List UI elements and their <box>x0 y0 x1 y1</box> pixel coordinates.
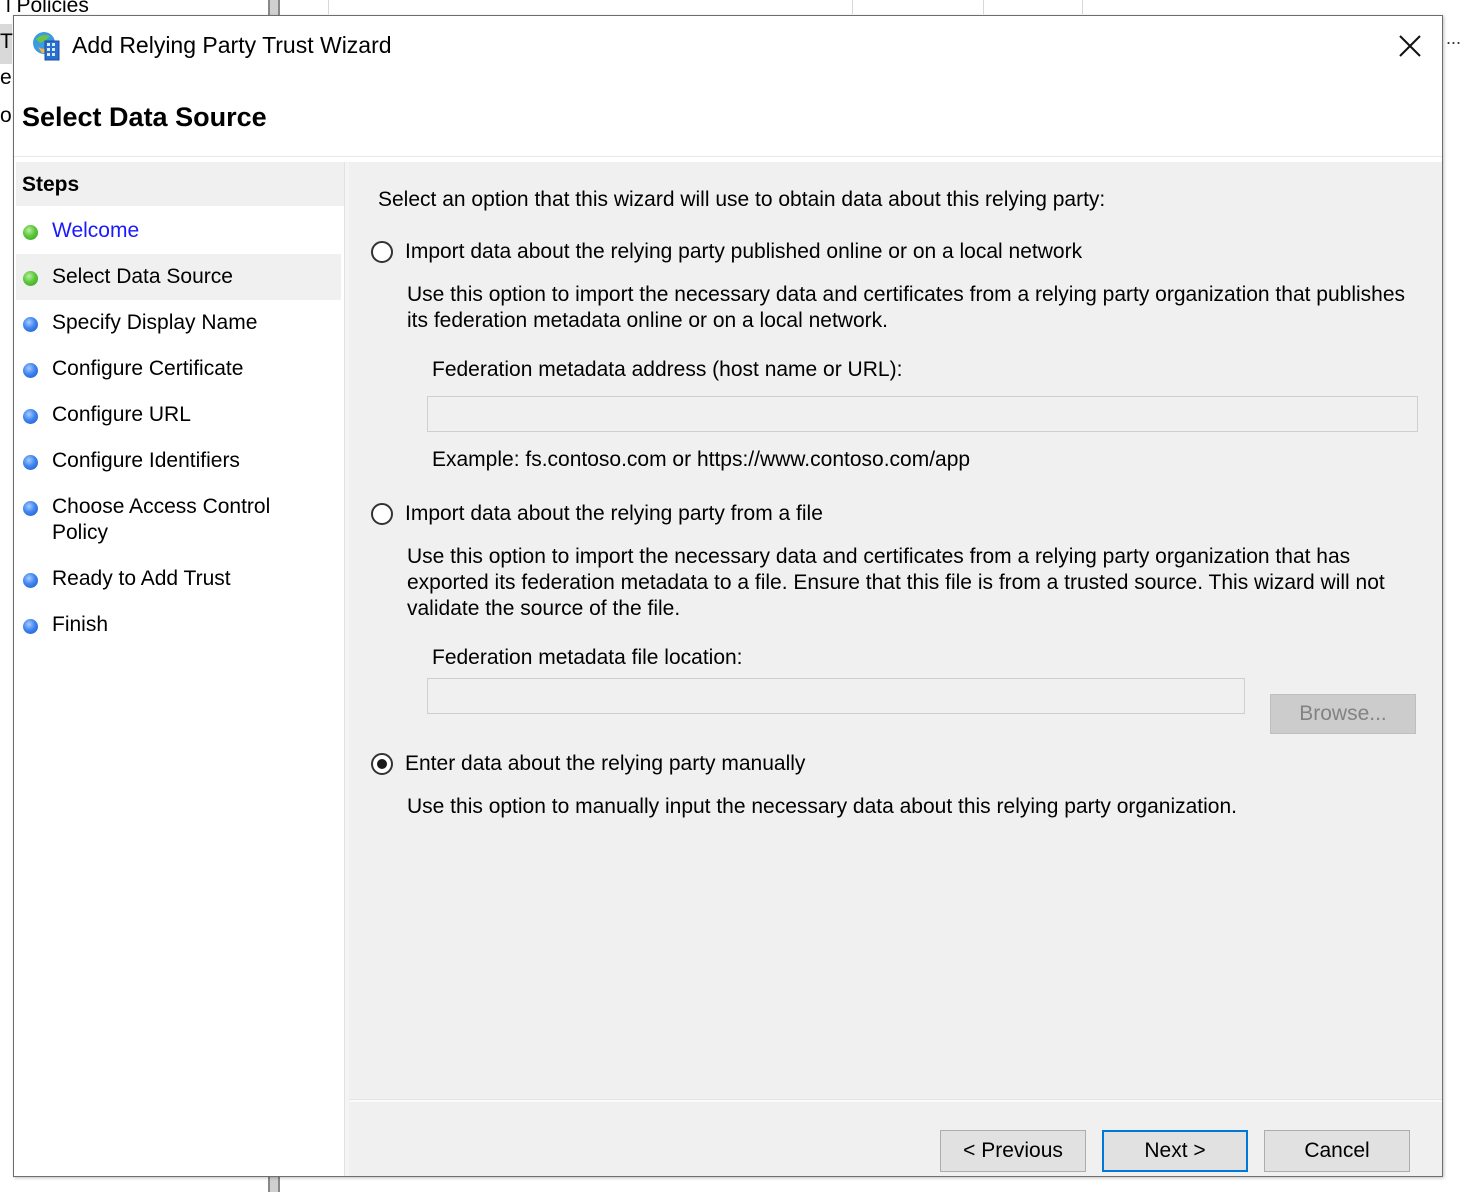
step-label: Choose Access Control Policy <box>52 495 271 544</box>
dialog-title: Add Relying Party Trust Wizard <box>72 32 392 58</box>
radio-label[interactable]: Import data about the relying party publ… <box>405 240 1082 264</box>
background-column-divider <box>983 0 984 14</box>
background-column-divider <box>852 0 853 14</box>
step-pending-icon <box>23 317 38 332</box>
close-button[interactable] <box>1388 26 1432 66</box>
next-button[interactable]: Next > <box>1102 1130 1248 1172</box>
radio-label[interactable]: Enter data about the relying party manua… <box>405 752 805 776</box>
background-column-divider <box>328 0 329 14</box>
radio-label[interactable]: Import data about the relying party from… <box>405 502 823 526</box>
step-ready-to-add-trust: Ready to Add Trust <box>16 556 341 602</box>
step-current-icon <box>23 271 38 286</box>
option-description: Use this option to manually input the ne… <box>407 795 1237 818</box>
step-finish: Finish <box>16 602 341 648</box>
option-description: Use this option to import the necessary … <box>407 545 1385 620</box>
background-tree-fragment: o <box>0 104 12 127</box>
step-welcome[interactable]: Welcome <box>16 208 341 254</box>
step-label: Configure Identifiers <box>52 449 240 472</box>
radio-button[interactable] <box>371 503 393 525</box>
previous-button[interactable]: < Previous <box>940 1130 1086 1172</box>
step-configure-certificate: Configure Certificate <box>16 346 341 392</box>
add-relying-party-trust-wizard-dialog: Add Relying Party Trust Wizard Select Da… <box>13 15 1443 1177</box>
metadata-address-example: Example: fs.contoso.com or https://www.c… <box>432 448 971 471</box>
background-column-divider <box>1082 0 1083 14</box>
title-bar[interactable]: Add Relying Party Trust Wizard <box>14 16 1442 76</box>
radio-button-checked[interactable] <box>371 753 393 775</box>
intro-text: Select an option that this wizard will u… <box>378 188 1106 211</box>
browse-button[interactable]: Browse... <box>1270 694 1416 734</box>
step-pending-icon <box>23 501 38 516</box>
step-configure-identifiers: Configure Identifiers <box>16 438 341 484</box>
close-icon <box>1399 35 1421 57</box>
adfs-wizard-icon <box>30 29 64 63</box>
step-label: Configure URL <box>52 403 191 426</box>
cancel-button[interactable]: Cancel <box>1264 1130 1410 1172</box>
radio-button[interactable] <box>371 241 393 263</box>
metadata-address-label: Federation metadata address (host name o… <box>432 358 903 381</box>
metadata-file-input[interactable] <box>427 678 1245 714</box>
metadata-address-input[interactable] <box>427 396 1418 432</box>
content-panel: Select an option that this wizard will u… <box>349 162 1442 1176</box>
step-choose-access-control-policy: Choose Access Control Policy <box>16 484 341 556</box>
background-splitter <box>268 0 280 16</box>
step-configure-url: Configure URL <box>16 392 341 438</box>
step-label[interactable]: Welcome <box>52 218 312 244</box>
radio-enter-manually[interactable]: Enter data about the relying party manua… <box>371 752 805 776</box>
header-divider <box>14 156 1442 157</box>
step-specify-display-name: Specify Display Name <box>16 300 341 346</box>
step-label: Configure Certificate <box>52 357 244 380</box>
step-pending-icon <box>23 573 38 588</box>
step-label: Select Data Source <box>52 265 233 288</box>
step-pending-icon <box>23 363 38 378</box>
step-pending-icon <box>23 455 38 470</box>
steps-panel: Steps Welcome Select Data Source Specify… <box>14 162 344 1176</box>
footer-divider <box>349 1099 1442 1102</box>
radio-import-file[interactable]: Import data about the relying party from… <box>371 502 823 526</box>
step-label: Finish <box>52 613 109 636</box>
metadata-file-label: Federation metadata file location: <box>432 646 743 669</box>
step-select-data-source: Select Data Source <box>16 254 341 300</box>
radio-import-online[interactable]: Import data about the relying party publ… <box>371 240 1082 264</box>
option-description: Use this option to import the necessary … <box>407 283 1406 332</box>
steps-header: Steps <box>16 162 344 206</box>
step-label: Specify Display Name <box>52 311 258 334</box>
step-pending-icon <box>23 409 38 424</box>
background-ellipsis: ... <box>1446 28 1462 48</box>
step-pending-icon <box>23 619 38 634</box>
background-splitter <box>268 1176 280 1192</box>
step-label: Ready to Add Trust <box>52 567 231 590</box>
page-title: Select Data Source <box>22 102 267 132</box>
step-completed-icon <box>23 225 38 240</box>
